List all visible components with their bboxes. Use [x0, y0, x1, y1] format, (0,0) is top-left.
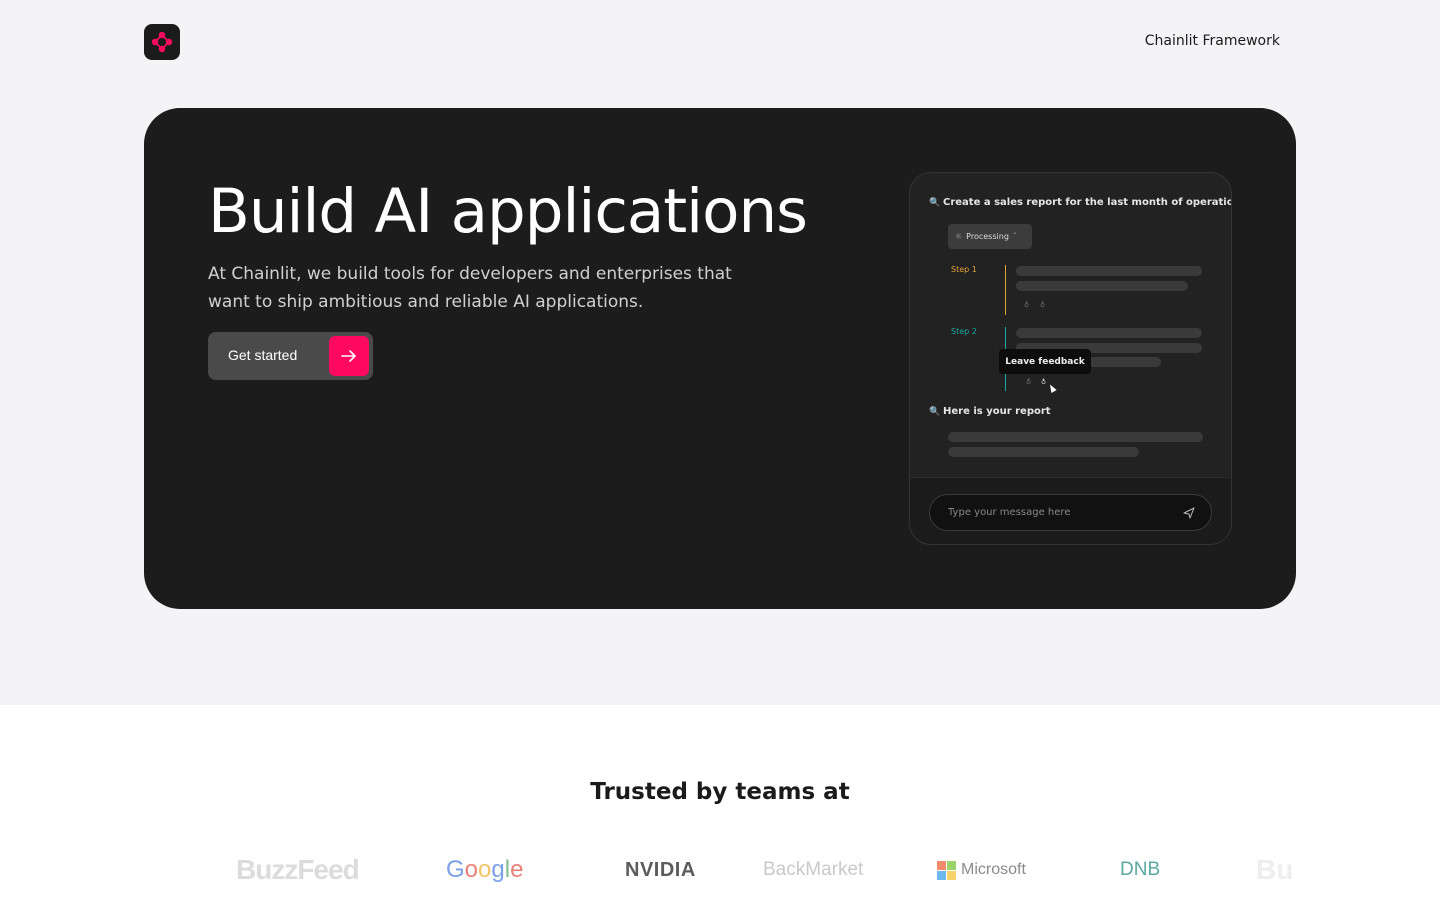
trusted-heading: Trusted by teams at [590, 779, 850, 805]
chevron-down-icon: ˇ [1012, 232, 1017, 241]
step-2-label: Step 2 [951, 327, 977, 336]
leave-feedback-tooltip: Leave feedback [999, 349, 1091, 374]
step-1-skeleton-line [1016, 266, 1202, 276]
thumbs-up-icon[interactable]: ♁ [1026, 378, 1031, 386]
processing-chip[interactable]: ☼ Processing ˇ [948, 224, 1032, 249]
step-1-skeleton-line [1016, 281, 1188, 291]
arrow-right-icon [329, 336, 369, 376]
chainlit-logo[interactable] [144, 24, 180, 60]
thumbs-down-icon[interactable]: ♁ [1041, 378, 1046, 386]
top-bar: Chainlit Framework [144, 24, 1280, 60]
message-composer [910, 477, 1231, 544]
processing-label: Processing [966, 232, 1009, 241]
reply-skeleton-line [948, 432, 1203, 442]
assistant-reply: Here is your report [943, 406, 1051, 417]
brand-logo-buzzfeed: BuzzFeed [236, 854, 360, 885]
hero-subtitle: At Chainlit, we build tools for develope… [208, 264, 732, 312]
step-1-label: Step 1 [951, 265, 977, 274]
spinner-icon: ☼ [955, 232, 963, 241]
hero-section: Build AI applications At Chainlit, we bu… [144, 108, 1296, 609]
chat-preview: 🔍 Create a sales report for the last mon… [909, 172, 1232, 545]
microsoft-squares-icon [937, 860, 956, 880]
user-message-row: 🔍 Create a sales report for the last mon… [929, 197, 1232, 208]
trusted-section: Trusted by teams at BuzzFeed Google NVID… [0, 705, 1440, 900]
brand-logo-backmarket: BackMarket [763, 859, 864, 880]
get-started-button[interactable]: Get started [208, 332, 373, 380]
step-1-line [1005, 265, 1006, 315]
cursor-icon [1047, 383, 1057, 393]
message-input[interactable] [929, 494, 1212, 531]
search-icon: 🔍 [929, 406, 941, 417]
nav-chainlit-framework[interactable]: Chainlit Framework [1145, 33, 1280, 49]
brand-logo-nvidia: NVIDIA [625, 858, 696, 881]
chainlit-logo-icon [151, 31, 173, 53]
user-message: Create a sales report for the last month… [943, 197, 1232, 208]
hero-title: Build AI applications [208, 176, 808, 247]
thumbs-down-icon[interactable]: ♁ [1040, 301, 1045, 309]
microsoft-wordmark: Microsoft [961, 861, 1026, 878]
brand-logo-google: Google [446, 856, 524, 883]
reply-skeleton-line [948, 447, 1139, 457]
brand-logo-buzzfeed-repeat: Bu [1256, 854, 1294, 885]
step-2-skeleton-line [1016, 328, 1202, 338]
brand-logo-microsoft: Microsoft [937, 855, 1026, 885]
search-icon: 🔍 [929, 197, 941, 208]
reply-row: 🔍 Here is your report [929, 406, 1051, 417]
send-icon[interactable] [1183, 507, 1195, 519]
brand-logo-dnb: DNB [1120, 859, 1161, 880]
thumbs-up-icon[interactable]: ♁ [1024, 301, 1029, 309]
get-started-label: Get started [228, 347, 298, 363]
